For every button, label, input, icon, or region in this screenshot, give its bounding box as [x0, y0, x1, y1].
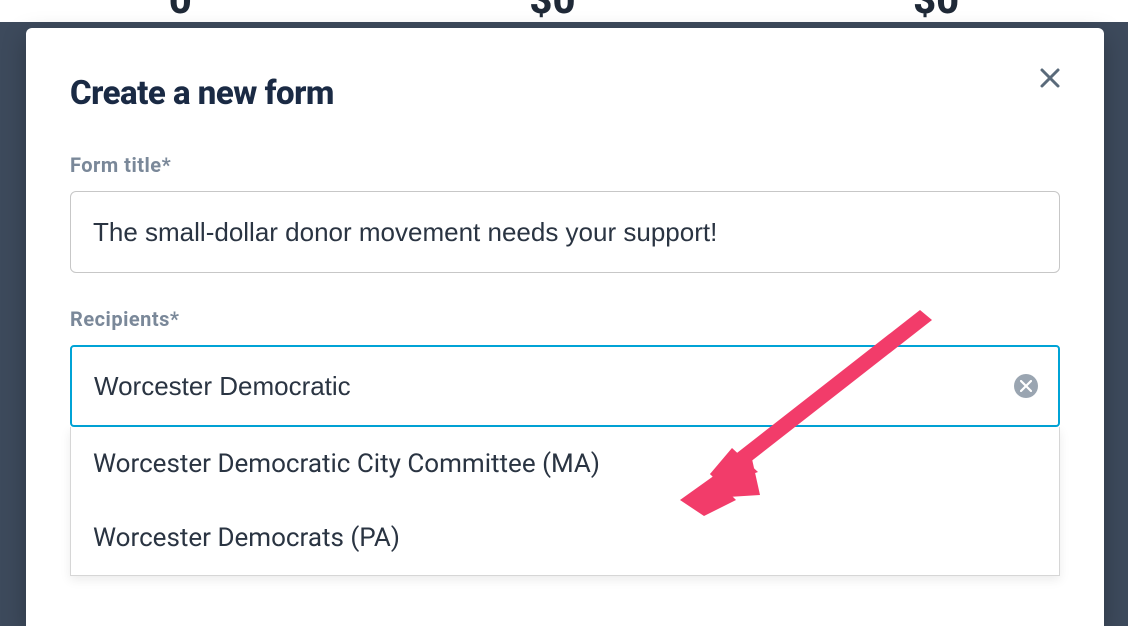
recipients-group: Recipients* Worcester Democratic City Co…	[70, 307, 1060, 427]
recipients-option[interactable]: Worcester Democrats (PA)	[71, 501, 1059, 575]
recipients-dropdown: Worcester Democratic City Committee (MA)…	[70, 427, 1060, 576]
form-title-label: Form title*	[70, 153, 1060, 177]
close-button[interactable]	[1036, 64, 1064, 92]
close-icon	[1038, 66, 1062, 90]
clear-button[interactable]	[1014, 374, 1038, 398]
create-form-modal: Create a new form Form title* Recipients…	[26, 28, 1104, 626]
background-stats-row: 0 $0 $0	[0, 0, 1128, 22]
modal-title: Create a new form	[70, 74, 1060, 113]
stat-value: 0	[169, 0, 192, 10]
stat-value: $0	[529, 0, 575, 10]
x-circle-icon	[1020, 380, 1032, 392]
recipients-combobox: Worcester Democratic City Committee (MA)…	[70, 345, 1060, 427]
form-title-input[interactable]	[70, 191, 1060, 273]
stat-value: $0	[913, 0, 959, 10]
recipients-option[interactable]: Worcester Democratic City Committee (MA)	[71, 427, 1059, 501]
form-title-group: Form title*	[70, 153, 1060, 273]
recipients-input[interactable]	[70, 345, 1060, 427]
recipients-label: Recipients*	[70, 307, 1060, 331]
